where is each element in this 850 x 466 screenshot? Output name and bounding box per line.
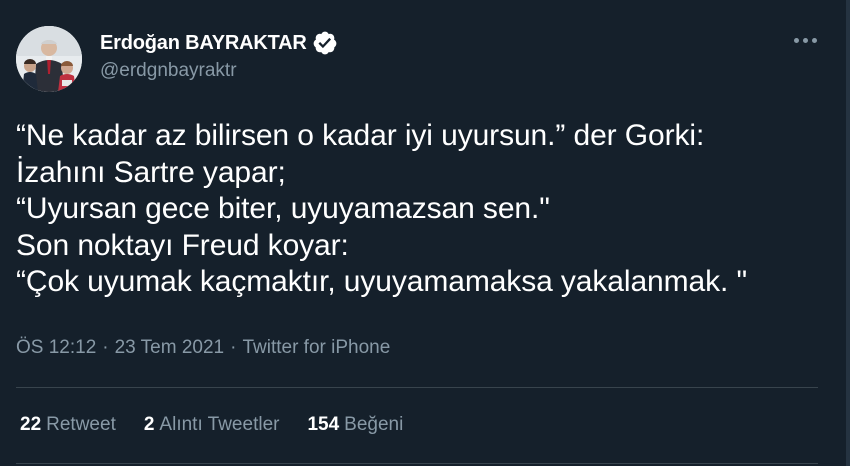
author-handle[interactable]: @erdgnbayraktr bbox=[100, 60, 237, 82]
timeline-border bbox=[846, 0, 850, 466]
author-display-name[interactable]: Erdoğan BAYRAKTAR bbox=[100, 32, 307, 55]
avatar[interactable] bbox=[16, 26, 82, 92]
tweet-date[interactable]: 23 Tem 2021 bbox=[115, 337, 225, 359]
tweet-source-link[interactable]: Twitter for iPhone bbox=[242, 337, 390, 359]
avatar-photo-icon bbox=[16, 26, 82, 92]
tweet-text-line: “Çok uyumak kaçmaktır, uyuyamamaksa yaka… bbox=[16, 265, 748, 298]
divider bbox=[16, 387, 818, 388]
retweet-label: Retweet bbox=[46, 414, 116, 435]
divider bbox=[16, 463, 818, 464]
likes-stat[interactable]: 154 Beğeni bbox=[307, 414, 403, 436]
quote-label: Alıntı Tweetler bbox=[159, 414, 280, 435]
quote-tweets-stat[interactable]: 2 Alıntı Tweetler bbox=[144, 414, 280, 436]
quote-count: 2 bbox=[143, 414, 155, 435]
retweet-count: 22 bbox=[20, 414, 42, 435]
verified-badge-icon bbox=[313, 31, 336, 55]
tweet-text-line: “Uyursan gece biter, uyuyamazsan sen." bbox=[16, 192, 550, 225]
dot bbox=[811, 37, 817, 43]
more-options-button[interactable] bbox=[790, 28, 820, 52]
tweet-time[interactable]: ÖS 12:12 bbox=[16, 337, 96, 359]
tweet-text-line: İzahını Sartre yapar; bbox=[16, 155, 286, 189]
like-count: 154 bbox=[307, 414, 340, 435]
dot bbox=[793, 37, 799, 43]
tweet-text-line: Son noktayı Freud koyar: bbox=[16, 228, 349, 262]
retweets-stat[interactable]: 22 Retweet bbox=[20, 414, 116, 436]
tweet-metadata: ÖS 12:12 · 23 Tem 2021 · Twitter for iPh… bbox=[16, 337, 390, 359]
tweet-text: “Ne kadar az bilirsen o kadar iyi uyursu… bbox=[16, 118, 826, 301]
author-name-row[interactable]: Erdoğan BAYRAKTAR bbox=[100, 30, 338, 56]
tweet-card: Erdoğan BAYRAKTAR @erdgnbayraktr “Ne kad… bbox=[0, 0, 850, 466]
like-label: Beğeni bbox=[344, 414, 404, 435]
tweet-stats: 22 Retweet 2 Alıntı Tweetler 154 Beğeni bbox=[20, 414, 431, 436]
dot bbox=[802, 37, 808, 43]
separator: · bbox=[102, 337, 109, 358]
separator: · bbox=[230, 337, 237, 358]
tweet-text-line: “Ne kadar az bilirsen o kadar iyi uyursu… bbox=[16, 119, 705, 152]
